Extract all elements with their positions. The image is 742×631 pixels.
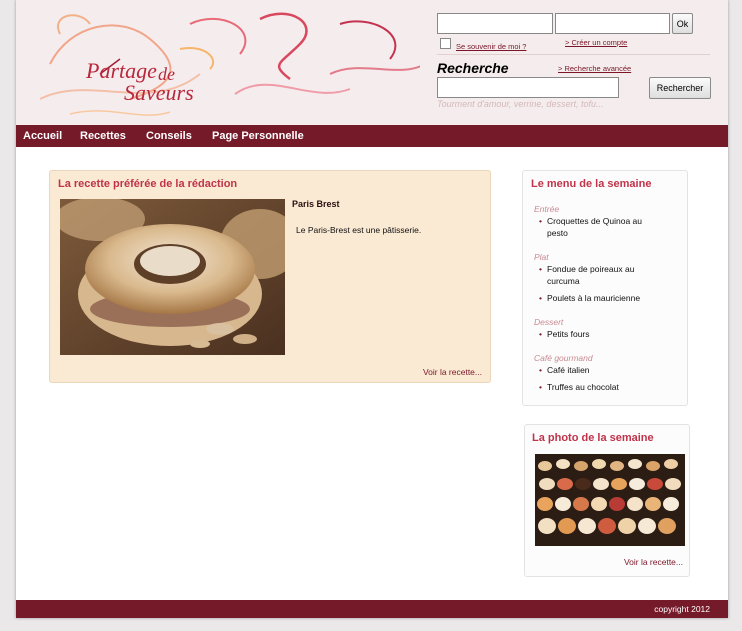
menu-item-label: Fondue de poireaux au [547, 264, 635, 274]
featured-recipe-box: La recette préférée de la rédaction Pari… [49, 170, 491, 383]
menu-week-title: Le menu de la semaine [531, 178, 652, 190]
nav-item-conseils[interactable]: Conseils [146, 130, 192, 142]
search-input[interactable] [437, 77, 619, 98]
bullet-icon: • [539, 382, 542, 392]
paris-brest-photo[interactable] [60, 199, 285, 355]
search-button[interactable]: Rechercher [649, 77, 711, 99]
nav-item-recettes[interactable]: Recettes [80, 130, 126, 142]
logo-word-3: Saveurs [124, 80, 194, 105]
menu-category-dessert: Dessert [534, 317, 564, 327]
remember-me-checkbox[interactable] [440, 38, 451, 49]
photo-more-link[interactable]: Voir la recette... [624, 557, 683, 567]
photo-week-card: La photo de la semaine Voir la recette..… [524, 424, 690, 577]
menu-item[interactable]: • Petits fours [539, 328, 677, 340]
featured-more-link[interactable]: Voir la recette... [423, 367, 482, 377]
menu-item[interactable]: • Truffes au chocolat [539, 381, 677, 393]
menu-item-label: Café italien [547, 365, 590, 375]
copyright-text: copyright 2012 [654, 604, 710, 614]
featured-title: La recette préférée de la rédaction [58, 178, 238, 190]
header: Partage de Saveurs Ok Se souvenir de moi… [16, 0, 728, 125]
menu-item-label: Petits fours [547, 329, 590, 339]
menu-item-label: Truffes au chocolat [547, 382, 619, 392]
menu-week-card: Le menu de la semaine Entrée • Croquette… [522, 170, 688, 406]
login-ok-button[interactable]: Ok [672, 13, 693, 34]
menu-item-label: Croquettes de Quinoa au [547, 216, 642, 226]
nav-item-page-personnelle[interactable]: Page Personnelle [212, 130, 304, 142]
page: Partage de Saveurs Ok Se souvenir de moi… [16, 0, 728, 618]
header-divider [437, 54, 710, 55]
search-hint: Tourment d'amour, verrine, dessert, tofu… [437, 99, 604, 109]
menu-item[interactable]: • Fondue de poireaux au curcuma [539, 263, 677, 287]
create-account-link[interactable]: > Créer un compte [565, 38, 627, 47]
search-title: Recherche [437, 60, 509, 76]
nav-item-accueil[interactable]: Accueil [23, 130, 62, 142]
menu-item[interactable]: • Café italien [539, 364, 677, 376]
main-nav: Accueil Recettes Conseils Page Personnel… [16, 125, 728, 147]
petits-fours-photo[interactable] [535, 454, 685, 546]
remember-me-label[interactable]: Se souvenir de moi ? [456, 42, 526, 51]
featured-recipe-name[interactable]: Paris Brest [292, 199, 340, 209]
advanced-search-link[interactable]: > Recherche avancée [558, 64, 631, 73]
footer: copyright 2012 [16, 600, 728, 618]
bullet-icon: • [539, 329, 542, 339]
login-username-input[interactable] [437, 13, 553, 34]
menu-item[interactable]: • Croquettes de Quinoa au pesto [539, 215, 677, 239]
menu-item-label: pesto [547, 228, 568, 238]
menu-item-label: curcuma [547, 276, 580, 286]
menu-item-label: Poulets à la mauricienne [547, 293, 641, 303]
menu-category-plat: Plat [534, 252, 549, 262]
menu-category-cafe-gourmand: Café gourmand [534, 353, 593, 363]
site-logo[interactable]: Partage de Saveurs [30, 4, 420, 120]
featured-recipe-description: Le Paris-Brest est une pâtisserie. [296, 225, 422, 235]
bullet-icon: • [539, 293, 542, 303]
bullet-icon: • [539, 216, 542, 226]
login-password-input[interactable] [555, 13, 670, 34]
bullet-icon: • [539, 264, 542, 274]
bullet-icon: • [539, 365, 542, 375]
menu-category-entree: Entrée [534, 204, 560, 214]
menu-item[interactable]: • Poulets à la mauricienne [539, 292, 677, 304]
photo-week-title: La photo de la semaine [532, 432, 654, 444]
